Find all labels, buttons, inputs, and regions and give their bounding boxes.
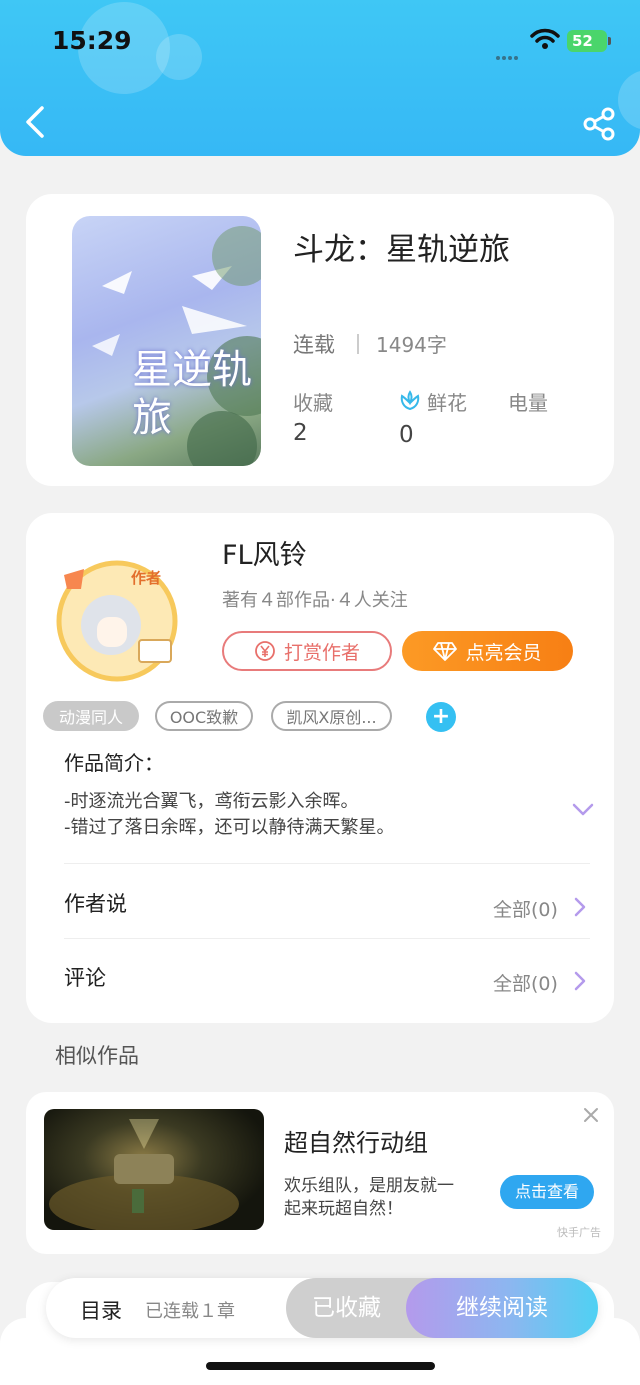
divider	[64, 863, 590, 864]
author-name[interactable]: FL风铃	[222, 533, 307, 572]
stat-label-flower: 鲜花	[427, 391, 467, 415]
ad-description: 欢乐组队，是朋友就一	[284, 1176, 454, 1196]
chevron-down-icon[interactable]	[570, 800, 596, 820]
flower-icon	[400, 390, 420, 411]
stat-label-power: 电量	[508, 391, 548, 415]
intro-line: -时逐流光合翼飞，鸢衔云影入余晖。	[64, 791, 359, 812]
serial-status: 连载	[293, 333, 335, 357]
decor-bubble	[156, 34, 202, 80]
battery-tip	[608, 37, 611, 45]
tag-item[interactable]: 动漫同人	[43, 701, 139, 731]
ad-title[interactable]: 超自然行动组	[284, 1123, 428, 1158]
yuan-coin-icon	[255, 641, 275, 661]
vip-button[interactable]: 点亮会员	[402, 631, 573, 671]
author-says-label[interactable]: 作者说	[64, 888, 127, 918]
author-says-count[interactable]: 全部(0)	[493, 895, 558, 922]
tag-label: 动漫同人	[58, 708, 123, 727]
author-badge: 作者	[131, 569, 162, 587]
vip-label: 点亮会员	[465, 641, 542, 664]
continue-reading-button[interactable]: 继续阅读	[406, 1278, 598, 1338]
tag-label: 凯风Ⅹ原创...	[286, 708, 377, 727]
tag-item[interactable]: 凯风Ⅹ原创...	[271, 701, 392, 731]
share-icon[interactable]	[580, 104, 620, 144]
home-indicator	[206, 1362, 435, 1370]
similar-works-title: 相似作品	[55, 1044, 139, 1068]
divider	[64, 938, 590, 939]
ad-badge: 快手广告	[557, 1226, 601, 1239]
avatar-image	[56, 560, 178, 682]
header-bar: 15:29 52	[0, 0, 640, 156]
book-title: 斗龙：星轨逆旅	[293, 232, 510, 268]
add-tag-icon[interactable]: +	[426, 702, 456, 732]
chevron-right-icon[interactable]	[572, 969, 588, 993]
chapter-count[interactable]: 已连载１章	[145, 1297, 235, 1323]
ad-artwork	[49, 1119, 239, 1230]
decor-bubble	[618, 70, 640, 130]
author-avatar[interactable]: 作者	[49, 555, 186, 683]
status-time: 15:29	[52, 26, 132, 55]
stat-label-collect: 收藏	[293, 391, 333, 415]
back-arrow-icon[interactable]	[18, 100, 54, 144]
tag-label: OOC致歉	[169, 708, 239, 727]
book-cover[interactable]: 星逆轨旅	[72, 216, 261, 466]
tag-item[interactable]: OOC致歉	[155, 701, 253, 731]
ad-view-button[interactable]: 点击查看	[500, 1175, 594, 1209]
comments-count[interactable]: 全部(0)	[493, 969, 558, 996]
ad-description: 起来玩超自然！	[284, 1199, 403, 1219]
toc-button[interactable]: 目录	[80, 1295, 122, 1325]
battery-level: 52	[572, 32, 593, 50]
word-count: 1494字	[376, 333, 447, 357]
stat-value-collect: 2	[293, 420, 308, 446]
tip-author-button[interactable]: 打赏作者	[222, 631, 392, 671]
battery-icon: 52	[567, 30, 607, 52]
divider	[357, 334, 359, 354]
comments-label[interactable]: 评论	[64, 962, 106, 992]
intro-line: -错过了落日余晖，还可以静待满天繁星。	[64, 817, 395, 838]
tip-author-label: 打赏作者	[283, 641, 360, 664]
ad-image[interactable]	[44, 1109, 264, 1230]
wifi-icon	[530, 28, 560, 49]
chevron-right-icon[interactable]	[572, 895, 588, 919]
cover-title: 星逆轨旅	[132, 347, 252, 441]
diamond-icon	[433, 642, 458, 661]
intro-heading: 作品简介：	[64, 751, 164, 775]
cellular-signal-icon	[496, 45, 522, 60]
close-icon[interactable]	[582, 1106, 600, 1124]
author-meta: 著有４部作品·４人关注	[222, 590, 408, 611]
stat-value-flower: 0	[399, 422, 414, 448]
